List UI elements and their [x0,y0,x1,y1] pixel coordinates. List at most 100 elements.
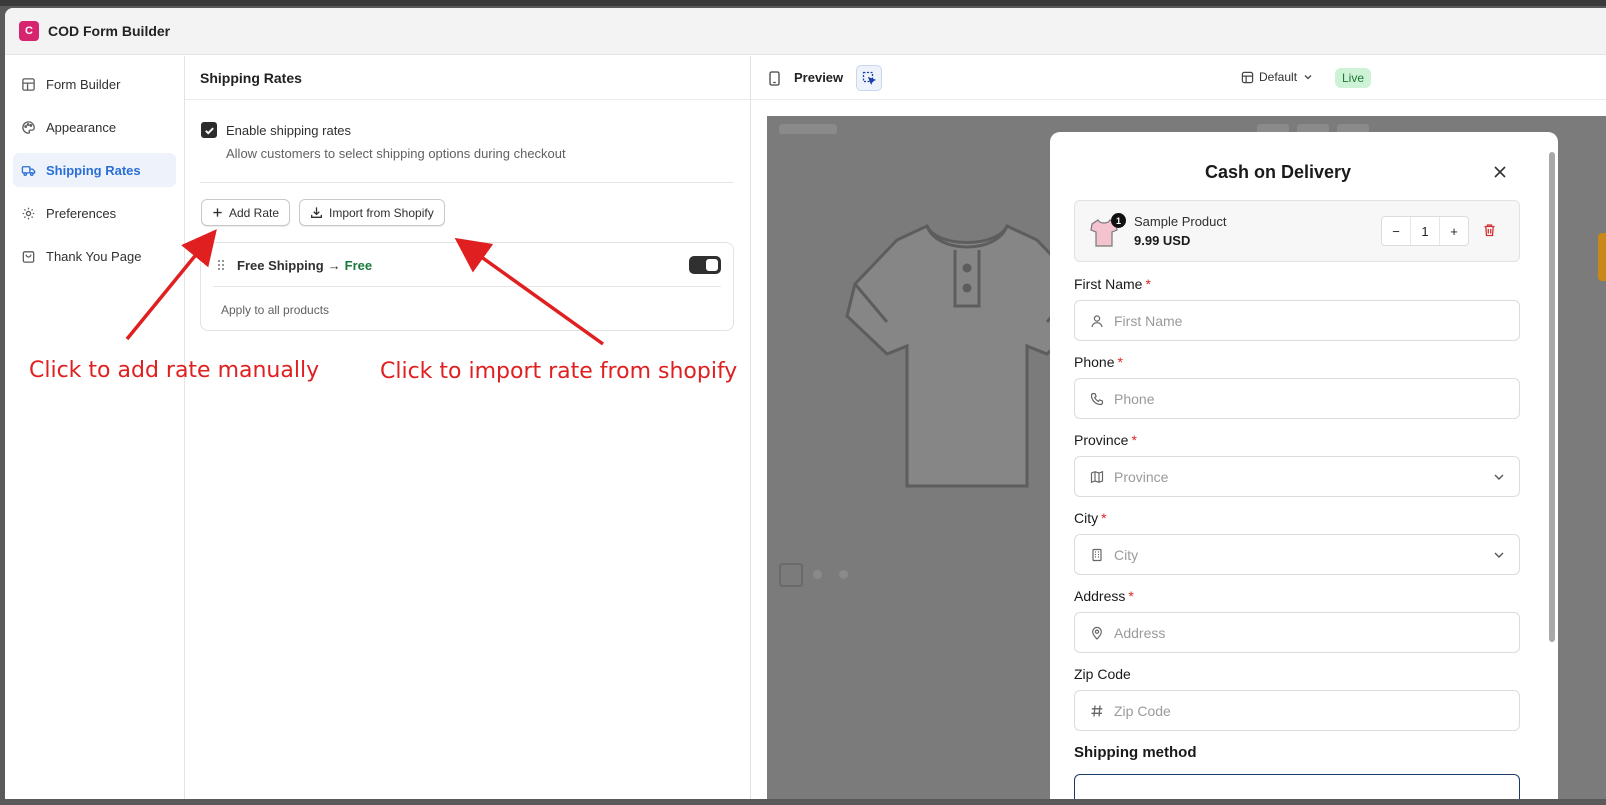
enable-shipping-checkbox[interactable] [201,122,217,138]
required-marker: * [1101,510,1107,526]
rate-arrow: → [327,257,341,273]
sidebar-item-form-builder[interactable]: Form Builder [13,67,176,101]
import-from-shopify-button[interactable]: Import from Shopify [299,199,445,226]
drag-handle-icon[interactable] [217,259,225,271]
sidebar-item-thank-you-page[interactable]: Thank You Page [13,239,176,273]
modal-title: Cash on Delivery [1204,162,1352,182]
edge-widget-tab[interactable] [1598,233,1606,281]
add-rate-button[interactable]: Add Rate [201,199,291,226]
truck-icon [21,165,36,176]
quantity-increase-button[interactable]: + [1440,217,1468,245]
chevron-down-icon [1304,75,1312,80]
layout-icon [1241,71,1254,83]
product-price: 9.99 USD [1134,233,1191,248]
settings-panel: Shipping Rates Enable shipping rates All… [185,56,751,799]
enable-shipping-row[interactable]: Enable shipping rates [201,122,351,138]
layout-dropdown[interactable]: Default [1241,70,1318,84]
map-icon [1090,470,1104,483]
first-name-field[interactable]: First Name [1074,300,1520,341]
sidebar-item-preferences[interactable]: Preferences [13,196,176,230]
product-summary: 1 Sample Product 9.99 USD − 1 + [1074,200,1520,262]
app-title: COD Form Builder [48,23,171,39]
panel-title: Shipping Rates [185,56,750,100]
field-label-text: Phone [1074,354,1115,370]
city-select[interactable]: City [1074,534,1520,575]
trash-icon[interactable] [1483,223,1496,237]
quantity-value[interactable]: 1 [1410,217,1440,245]
first-name-label: First Name * [1074,276,1151,292]
divider [200,182,734,183]
zip-code-placeholder: Zip Code [1114,702,1171,719]
province-label: Province * [1074,432,1137,448]
sidebar-item-label: Appearance [46,119,117,135]
field-label-text: Province [1074,432,1129,448]
sidebar-item-label: Shipping Rates [46,162,141,178]
preview-label: Preview [794,70,844,85]
backdrop-placeholder [813,570,822,579]
user-icon [1091,314,1103,327]
backdrop-placeholder [779,563,803,587]
plus-icon [213,208,222,217]
quantity-badge: 1 [1111,213,1126,228]
sidebar-item-label: Thank You Page [46,248,142,264]
sidebar-item-appearance[interactable]: Appearance [13,110,176,144]
enable-shipping-label: Enable shipping rates [226,122,352,138]
backdrop-placeholder [839,570,848,579]
title-bar: C COD Form Builder [5,8,1606,55]
annotation-import-rate: Click to import rate from shopify [380,359,738,384]
city-placeholder: City [1114,546,1139,563]
phone-icon [1090,392,1104,405]
phone-field[interactable]: Phone [1074,378,1520,419]
sidebar-item-label: Preferences [46,205,117,221]
sidebar-item-shipping-rates[interactable]: Shipping Rates [13,153,176,187]
first-name-placeholder: First Name [1114,312,1183,329]
field-label-text: Zip Code [1074,666,1131,682]
sidebar: Form Builder Appearance Shipping Rates P… [5,56,185,799]
product-name: Sample Product [1134,214,1227,229]
required-marker: * [1128,588,1134,604]
city-label: City * [1074,510,1107,526]
quantity-stepper: − 1 + [1381,216,1469,246]
rate-divider [213,286,721,287]
preview-panel: Preview Default Live Cash on Delivery 1 … [751,56,1606,799]
required-marker: * [1145,276,1151,292]
element-select-button[interactable] [856,65,882,91]
close-icon[interactable] [1493,165,1507,179]
gear-icon [22,207,35,219]
pin-icon [1092,626,1102,640]
scrollbar[interactable] [1549,152,1555,642]
sidebar-item-label: Form Builder [46,76,121,92]
address-field[interactable]: Address [1074,612,1520,653]
required-marker: * [1117,354,1123,370]
mobile-device-icon[interactable] [769,71,780,86]
bag-icon [22,250,35,263]
toggle-knob [706,259,718,271]
phone-label: Phone * [1074,354,1123,370]
backdrop-placeholder [779,124,837,134]
quantity-decrease-button[interactable]: − [1382,217,1410,245]
app-logo: C [19,21,39,41]
hash-icon [1091,704,1103,717]
province-placeholder: Province [1114,468,1169,485]
field-label-text: Address [1074,588,1126,604]
palette-icon [22,120,35,134]
preview-header: Preview Default Live [751,56,1606,100]
phone-placeholder: Phone [1114,390,1155,407]
layout-icon [22,77,35,91]
province-select[interactable]: Province [1074,456,1520,497]
import-label: Import from Shopify [329,205,434,220]
rate-price: Free [344,257,373,273]
rate-card[interactable]: Free Shipping → Free Apply to all produc… [200,242,734,331]
rate-enabled-toggle[interactable] [689,256,721,274]
address-placeholder: Address [1114,624,1166,641]
zip-code-field[interactable]: Zip Code [1074,690,1520,731]
rate-card-header: Free Shipping → Free [201,243,733,287]
chevron-down-icon [1494,474,1504,480]
check-icon [204,127,214,134]
required-marker: * [1131,432,1137,448]
field-label-text: City [1074,510,1099,526]
layout-dropdown-label: Default [1259,70,1298,84]
cod-form-modal: Cash on Delivery 1 Sample Product 9.99 U… [1050,132,1558,799]
annotation-add-rate: Click to add rate manually [29,358,320,383]
shipping-method-option[interactable] [1074,774,1520,799]
